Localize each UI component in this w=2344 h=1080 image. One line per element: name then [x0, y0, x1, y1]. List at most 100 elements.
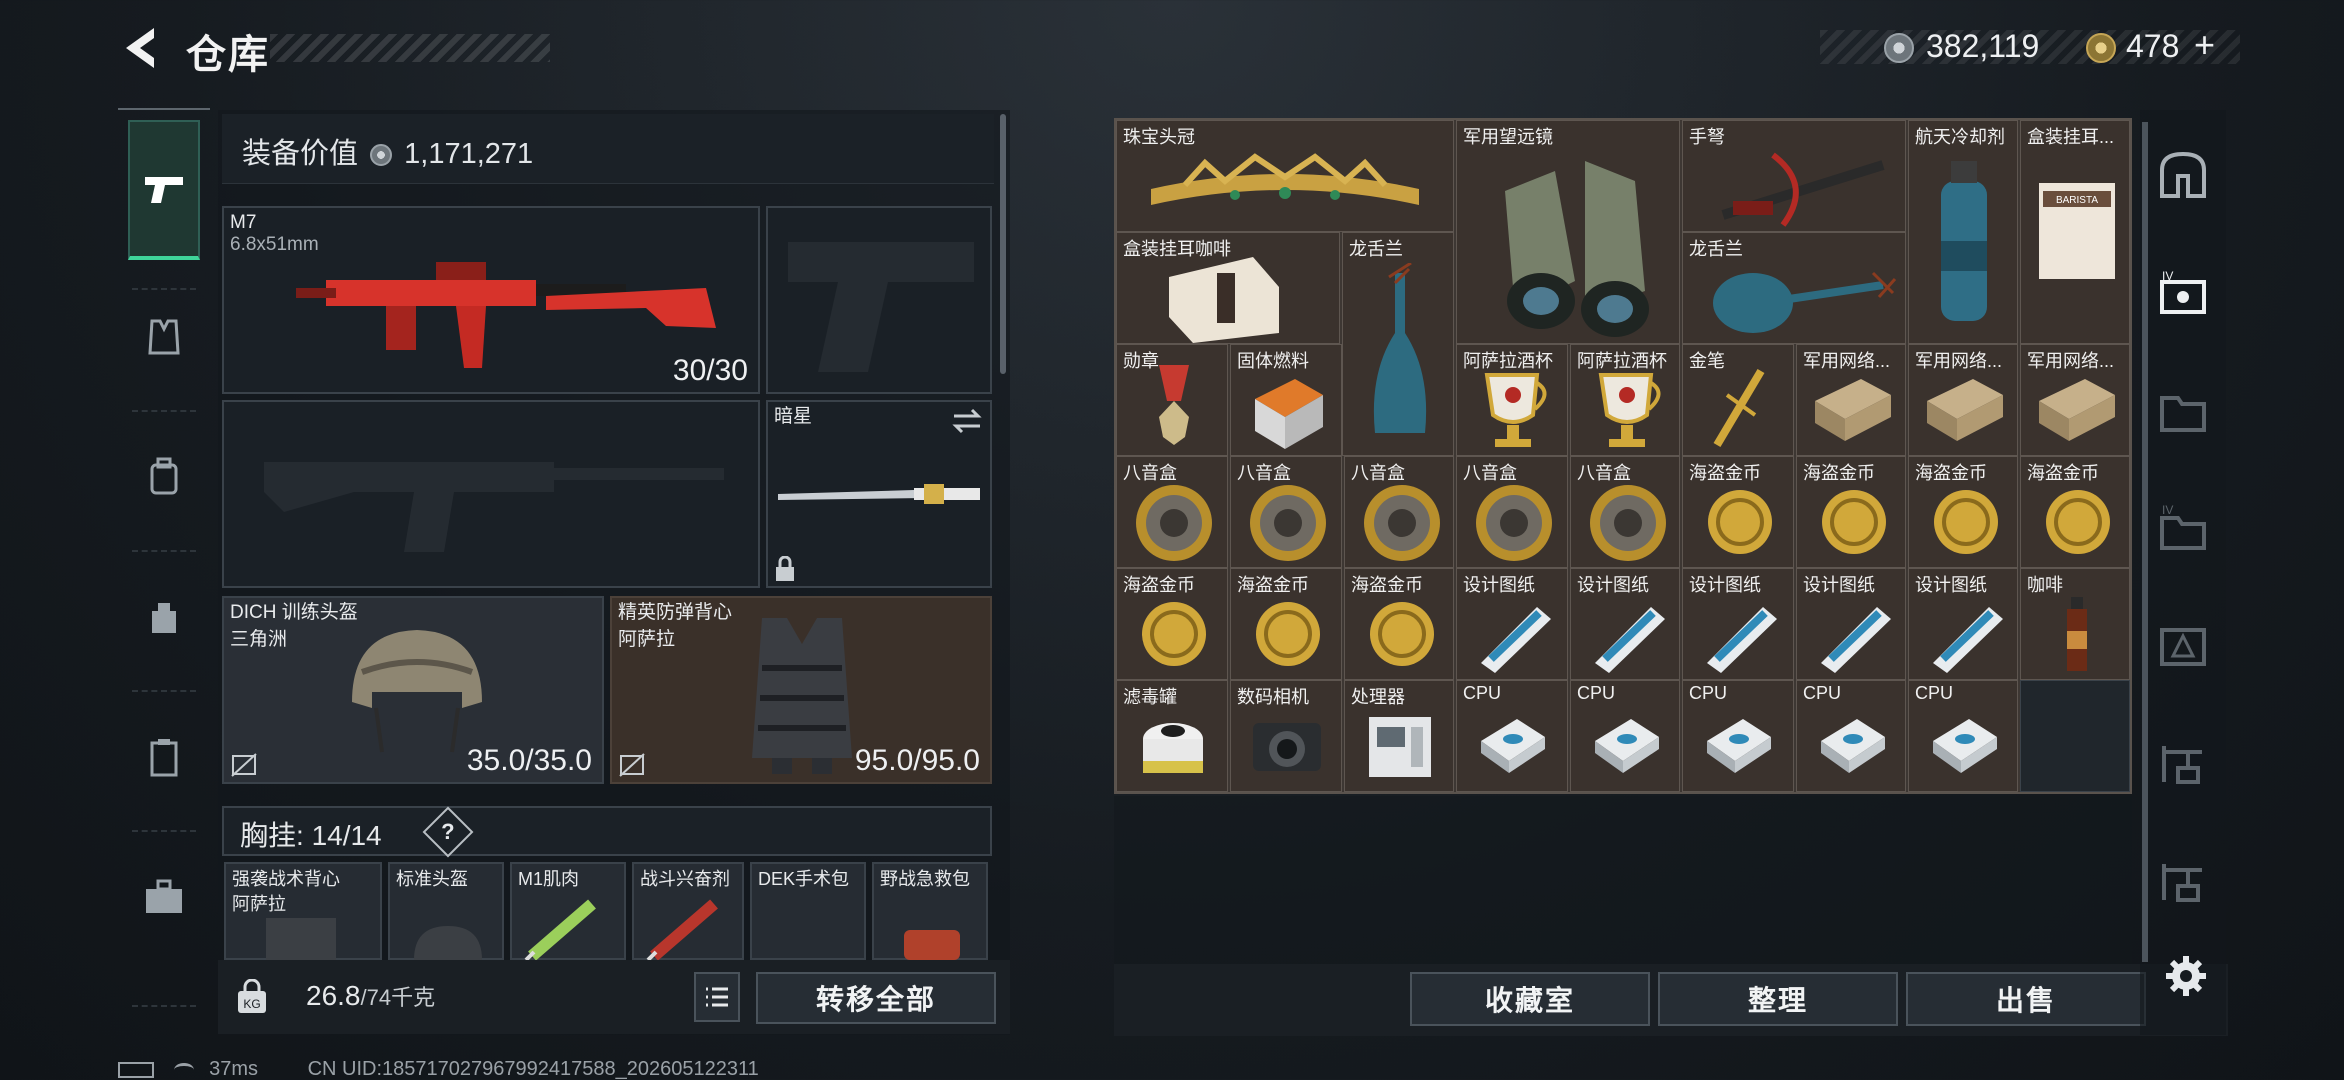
storage-item[interactable]: 八音盒	[1230, 456, 1342, 568]
armor-slot[interactable]: 精英防弹背心 阿萨拉 95.0/95.0	[610, 596, 992, 784]
storage-item[interactable]: 设计图纸	[1456, 568, 1568, 680]
storage-item[interactable]: 军用网络...	[2020, 344, 2130, 456]
list-view-button[interactable]	[694, 972, 740, 1022]
vest-icon	[752, 618, 852, 774]
storage-item[interactable]: CPU	[1570, 680, 1680, 792]
item-label: 设计图纸	[1463, 575, 1535, 595]
gold-coin-icon	[1934, 490, 1998, 554]
storage-item[interactable]: 海盗金币	[1230, 568, 1342, 680]
storage-item[interactable]: CPU	[1682, 680, 1794, 792]
storage-item[interactable]: 设计图纸	[1682, 568, 1794, 680]
secondary-weapon-slot[interactable]	[222, 400, 760, 588]
rig-item-name: 战斗兴奋剂	[640, 869, 730, 889]
storage-item[interactable]: 海盗金币	[1344, 568, 1454, 680]
storage-item[interactable]: 海盗金币	[2020, 456, 2130, 568]
storage-item[interactable]: 龙舌兰	[1682, 232, 1906, 344]
storage-item[interactable]: 设计图纸	[1908, 568, 2018, 680]
nav-vault[interactable]	[2158, 150, 2208, 200]
rig-item[interactable]: M1肌肉	[510, 862, 626, 960]
nav-folder-iv[interactable]: IV	[2158, 502, 2208, 552]
nav-folder[interactable]	[2158, 386, 2208, 436]
storage-item[interactable]: 海盗金币	[1796, 456, 1906, 568]
storage-item[interactable]: 固体燃料	[1230, 344, 1342, 456]
coffee-bottle-icon	[2067, 597, 2087, 671]
nav-armor[interactable]	[128, 290, 200, 384]
storage-item[interactable]: 八音盒	[1570, 456, 1680, 568]
help-icon: ?	[441, 818, 455, 844]
storage-item[interactable]: 金笔	[1682, 344, 1794, 456]
storage-item[interactable]: 珠宝头冠	[1116, 120, 1454, 232]
storage-item[interactable]: 阿萨拉酒杯	[1456, 344, 1568, 456]
collection-button[interactable]: 收藏室	[1410, 972, 1650, 1026]
storage-item[interactable]: 八音盒	[1116, 456, 1228, 568]
blueprint-icon	[1595, 607, 1665, 673]
nav-crane-v[interactable]	[2158, 856, 2208, 906]
rig-item[interactable]: 标准头盔	[388, 862, 504, 960]
nav-bag[interactable]	[128, 570, 200, 664]
storage-item[interactable]: CPU	[1456, 680, 1568, 792]
nav-chest-iv[interactable]: IV	[2158, 268, 2208, 318]
item-label: 海盗金币	[1237, 575, 1309, 595]
clipboard-icon	[150, 739, 178, 777]
injector-icon	[646, 899, 718, 960]
rig-item[interactable]: 战斗兴奋剂	[632, 862, 744, 960]
nav-toolbox[interactable]	[128, 850, 200, 944]
storage-item[interactable]: 军用网络...	[1908, 344, 2018, 456]
storage-item[interactable]: 咖啡	[2020, 568, 2130, 680]
storage-item[interactable]: 盒装挂耳... BARISTA	[2020, 120, 2130, 344]
storage-item[interactable]: 军用望远镜	[1456, 120, 1680, 344]
storage-item[interactable]: 海盗金币	[1682, 456, 1794, 568]
storage-item[interactable]: 八音盒	[1344, 456, 1454, 568]
storage-item[interactable]: 海盗金币	[1116, 568, 1228, 680]
nav-backpack[interactable]	[128, 430, 200, 524]
storage-item[interactable]: 阿萨拉酒杯	[1570, 344, 1680, 456]
loadout-scrollbar[interactable]	[1000, 114, 1006, 374]
storage-item[interactable]: 设计图纸	[1796, 568, 1906, 680]
sell-button[interactable]: 出售	[1906, 972, 2146, 1026]
storage-item[interactable]: 龙舌兰	[1342, 232, 1454, 456]
nav-warning-box[interactable]	[2158, 620, 2208, 670]
pistol-silhouette-icon	[788, 242, 974, 372]
rig-item[interactable]: DEK手术包	[750, 862, 866, 960]
storage-item[interactable]: 处理器	[1344, 680, 1454, 792]
storage-item[interactable]: 海盗金币	[1908, 456, 2018, 568]
left-nav	[118, 108, 210, 1008]
back-arrow-icon[interactable]	[118, 24, 162, 72]
storage-item[interactable]: CPU	[1796, 680, 1906, 792]
swap-icon[interactable]	[952, 408, 982, 434]
storage-item[interactable]: 八音盒	[1456, 456, 1568, 568]
storage-item[interactable]: 滤毒罐	[1116, 680, 1228, 792]
svg-text:IV: IV	[2162, 269, 2173, 283]
melee-slot[interactable]: 暗星	[766, 400, 992, 588]
rig-item[interactable]: 野战急救包	[872, 862, 988, 960]
nav-weapons[interactable]	[128, 120, 200, 260]
storage-item[interactable]: 勋章	[1116, 344, 1228, 456]
add-currency-button[interactable]: +	[2194, 24, 2215, 66]
helmet-slot[interactable]: DICH 训练头盔 三角洲 35.0/35.0	[222, 596, 604, 784]
music-box-icon	[1250, 485, 1326, 561]
nav-clipboard[interactable]	[128, 710, 200, 804]
rig-item[interactable]: 强袭战术背心 阿萨拉	[224, 862, 382, 960]
folder-icon	[2160, 396, 2206, 432]
weight-lock-button[interactable]: KG	[226, 970, 278, 1024]
weight-display: 26.8/74千克	[306, 980, 435, 1012]
weight-icon: KG	[238, 979, 266, 1013]
storage-item[interactable]: 盒装挂耳咖啡	[1116, 232, 1340, 344]
item-label: 咖啡	[2027, 575, 2063, 595]
storage-item[interactable]: 航天冷却剂	[1908, 120, 2018, 344]
storage-item[interactable]: 数码相机	[1230, 680, 1342, 792]
storage-item[interactable]: CPU	[1908, 680, 2018, 792]
nav-crane[interactable]	[2158, 738, 2208, 788]
storage-item[interactable]: 设计图纸	[1570, 568, 1680, 680]
pistol-slot[interactable]	[766, 206, 992, 394]
gold-coin-icon	[1370, 602, 1434, 666]
weight-max: /74千克	[360, 985, 436, 1010]
primary-weapon-slot[interactable]: M7 6.8x51mm 30/30	[222, 206, 760, 394]
settings-button[interactable]	[2164, 954, 2208, 998]
storage-item[interactable]: 军用网络...	[1796, 344, 1906, 456]
transfer-all-button[interactable]: 转移全部	[756, 972, 996, 1024]
sort-button[interactable]: 整理	[1658, 972, 1898, 1026]
storage-item[interactable]: 手弩	[1682, 120, 1906, 232]
storage-empty-slot[interactable]	[2020, 680, 2130, 792]
silver-coin-icon	[370, 144, 393, 167]
